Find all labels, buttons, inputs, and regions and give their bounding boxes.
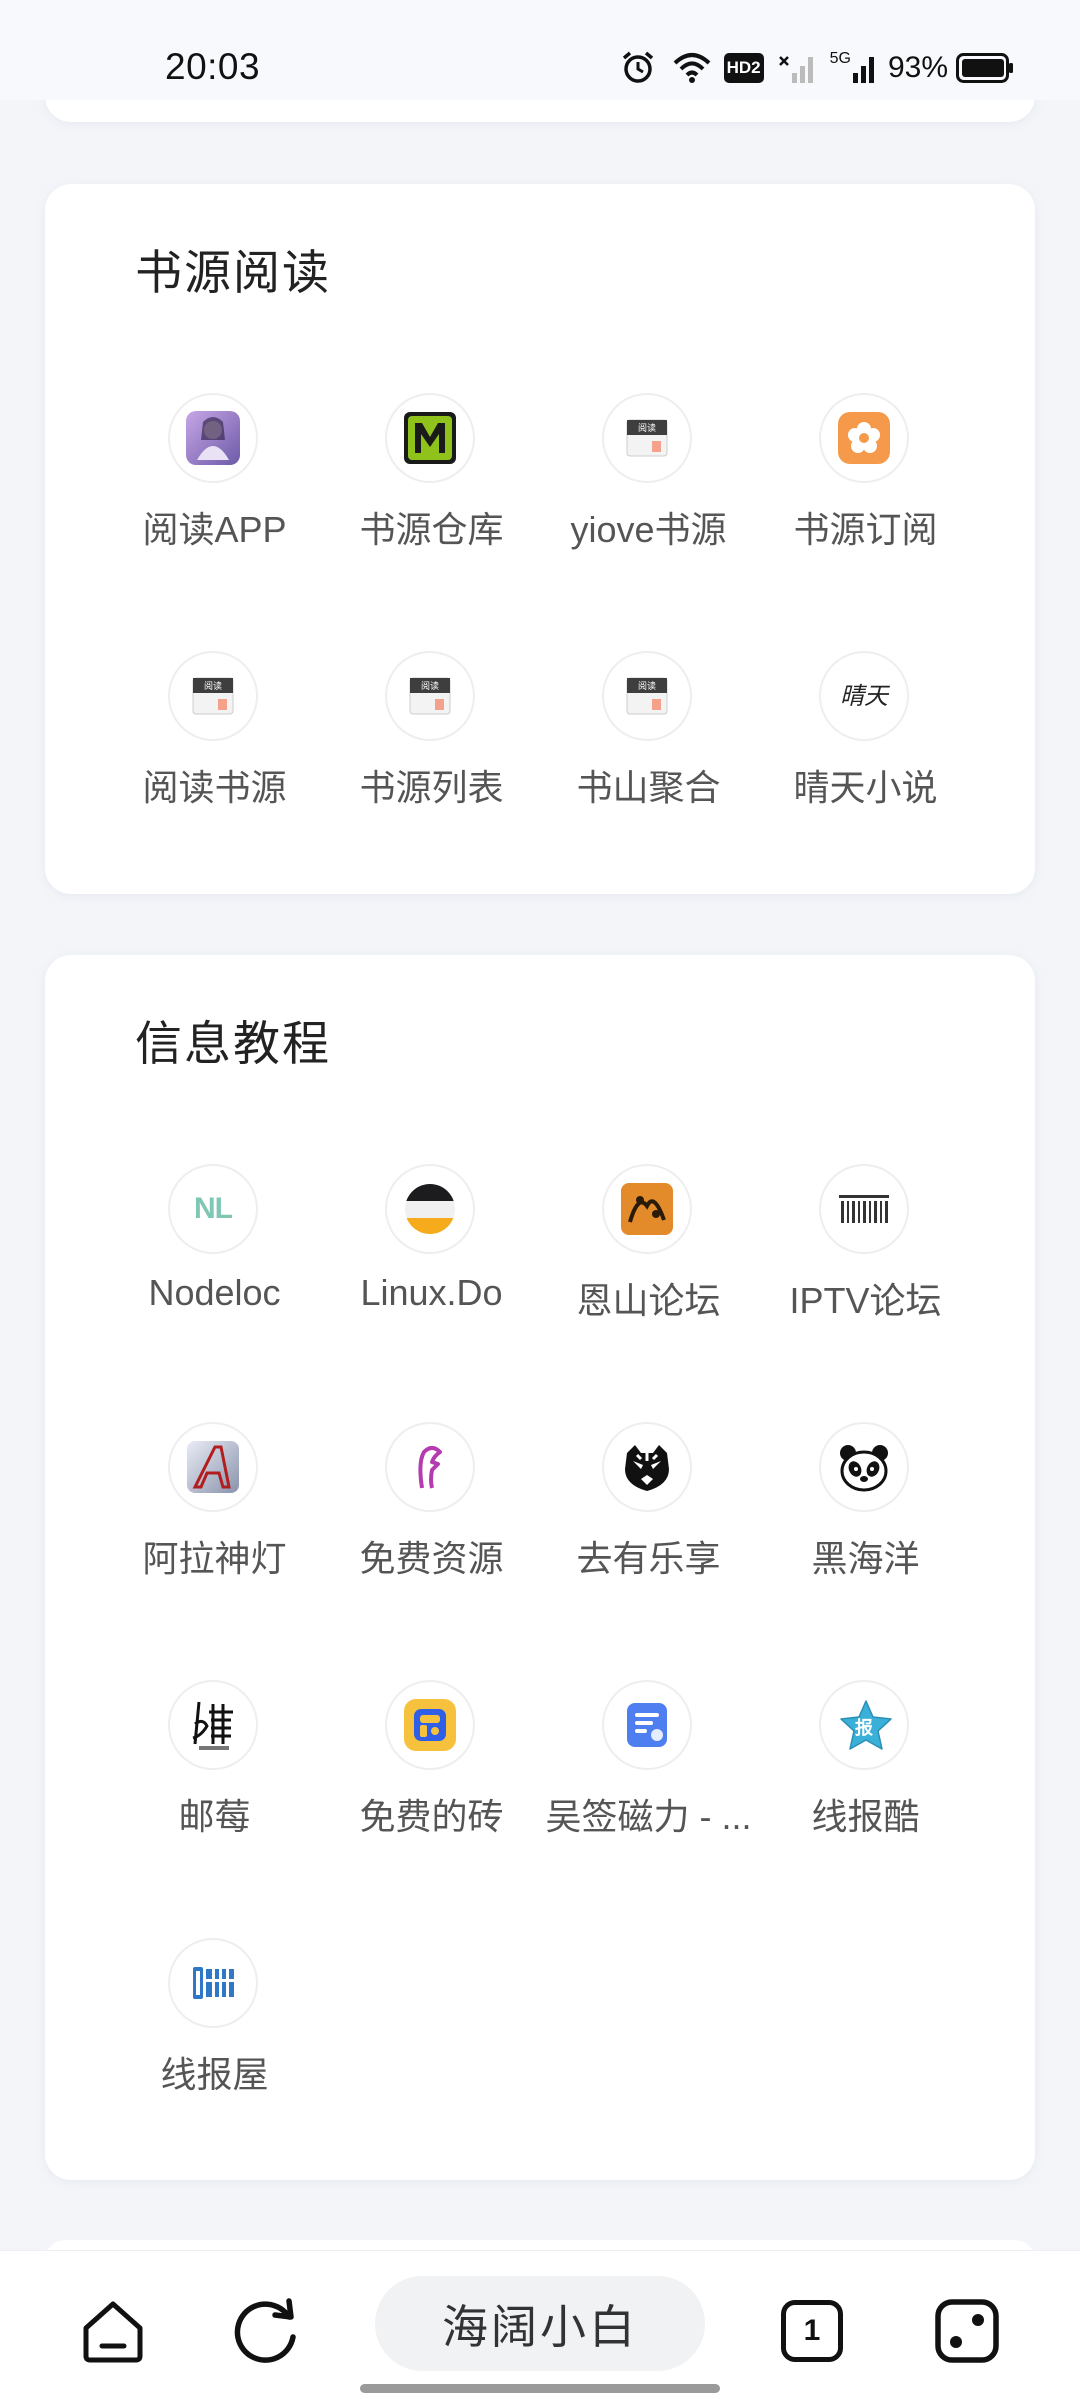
brick-icon <box>385 1680 475 1770</box>
grid-item-xianbaowu[interactable]: 线报屋 <box>106 1938 323 2095</box>
bottom-nav: 海阔小白 1 <box>0 2250 1080 2400</box>
grid-item-reading-app[interactable]: 阅读APP <box>106 393 323 550</box>
item-label: 书山聚合 <box>576 767 721 808</box>
item-label: 去有乐享 <box>576 1538 721 1579</box>
signal-5g-icon <box>852 57 874 83</box>
battery-icon <box>956 53 1013 83</box>
grid-item-youmei[interactable]: 邮莓 <box>106 1680 323 1837</box>
panda-icon <box>819 1422 909 1512</box>
section-card-info: 信息教程 NL Nodeloc Linux.Do 恩山论坛 IPTV论坛 阿拉神… <box>45 955 1035 2180</box>
svg-text:阅读: 阅读 <box>638 422 656 434</box>
grid-item-book-source-repo[interactable]: 书源仓库 <box>323 393 540 550</box>
home-indicator <box>360 2384 720 2393</box>
signal-no-sim-icon <box>778 56 813 83</box>
item-label: 免费的砖 <box>359 1796 504 1837</box>
home-button[interactable] <box>73 2291 153 2371</box>
grid-item-yiove[interactable]: 阅读 yiove书源 <box>540 393 757 550</box>
item-label: 线报屋 <box>160 2054 269 2095</box>
section-card-reading: 书源阅读 阅读APP 书源仓库 阅读 yiove书源 书源订阅 阅读 阅读书源 … <box>45 184 1035 894</box>
item-label: 线报酷 <box>811 1796 920 1837</box>
youmei-icon <box>168 1680 258 1770</box>
svg-text:晴天: 晴天 <box>840 682 891 710</box>
grid-item-qingtian[interactable]: 晴天 晴天小说 <box>757 651 974 808</box>
reading-app-icon <box>168 393 258 483</box>
flower-icon <box>819 393 909 483</box>
nl-logo-icon: NL <box>168 1164 258 1254</box>
tabs-icon: 1 <box>781 2300 843 2362</box>
item-label: 黑海洋 <box>811 1538 920 1579</box>
menu-button[interactable] <box>927 2291 1007 2371</box>
dice-icon <box>935 2299 999 2363</box>
item-label: 书源订阅 <box>793 509 938 550</box>
star-icon-text: 报 <box>855 1718 873 1738</box>
refresh-button[interactable] <box>227 2291 307 2371</box>
status-time: 20:03 <box>165 46 261 87</box>
grid-item-source-list[interactable]: 阅读 书源列表 <box>323 651 540 808</box>
item-label: 恩山论坛 <box>576 1280 721 1321</box>
xianbaowu-icon <box>168 1938 258 2028</box>
a-logo-icon <box>168 1422 258 1512</box>
tabs-button[interactable]: 1 <box>772 2291 852 2371</box>
grid-item-reading-source[interactable]: 阅读 阅读书源 <box>106 651 323 808</box>
grid-item-wuqian[interactable]: 吴签磁力 - ... <box>540 1680 757 1837</box>
svg-text:阅读: 阅读 <box>638 680 656 692</box>
refresh-icon <box>234 2298 296 2363</box>
f-logo-icon <box>385 1422 475 1512</box>
m-logo-icon <box>385 393 475 483</box>
tab-count: 1 <box>803 2314 821 2347</box>
star-icon: 报 <box>819 1680 909 1770</box>
item-label: 书源列表 <box>359 767 504 808</box>
grid-item-shushan[interactable]: 阅读 书山聚合 <box>540 651 757 808</box>
screen: 20:03 HD2 5G 93% 书源阅读 阅读APP 书源仓库 阅读 yiov… <box>0 0 1080 2400</box>
grid-item-subscription[interactable]: 书源订阅 <box>757 393 974 550</box>
qingtian-icon: 晴天 <box>819 651 909 741</box>
svg-text:阅读: 阅读 <box>421 680 439 692</box>
book-icon: 阅读 <box>168 651 258 741</box>
grid-item-enshan[interactable]: 恩山论坛 <box>540 1164 757 1321</box>
section-title: 信息教程 <box>135 1017 331 1070</box>
item-label: 阿拉神灯 <box>142 1538 287 1579</box>
book-icon: 阅读 <box>602 393 692 483</box>
item-label: yiove书源 <box>570 509 727 550</box>
grid-item-heihaiyang[interactable]: 黑海洋 <box>757 1422 974 1579</box>
item-label: IPTV论坛 <box>789 1280 942 1321</box>
iptv-icon <box>819 1164 909 1254</box>
enshan-icon <box>602 1164 692 1254</box>
alarm-icon <box>622 51 653 83</box>
grid-item-alashendeng[interactable]: 阿拉神灯 <box>106 1422 323 1579</box>
grid-item-free-resources[interactable]: 免费资源 <box>323 1422 540 1579</box>
book-icon: 阅读 <box>602 651 692 741</box>
item-label: 阅读书源 <box>142 767 287 808</box>
grid-item-quyoulexiang[interactable]: 去有乐享 <box>540 1422 757 1579</box>
home-icon <box>83 2301 143 2363</box>
book-icon: 阅读 <box>385 651 475 741</box>
item-label: Nodeloc <box>148 1272 281 1313</box>
item-label: 晴天小说 <box>793 767 938 808</box>
battery-percent: 93% <box>887 51 948 84</box>
grid-item-iptv[interactable]: IPTV论坛 <box>757 1164 974 1321</box>
item-label: 阅读APP <box>142 509 287 550</box>
hd-icon: HD2 <box>723 53 764 83</box>
tiger-icon <box>602 1422 692 1512</box>
item-label: 书源仓库 <box>359 509 504 550</box>
grid-item-nodeloc[interactable]: NL Nodeloc <box>106 1164 323 1314</box>
doc-icon <box>602 1680 692 1770</box>
linuxdo-icon <box>385 1164 475 1254</box>
item-label: Linux.Do <box>360 1272 503 1313</box>
status-bar: 20:03 HD2 5G 93% <box>0 0 1080 100</box>
item-label: 吴签磁力 - ... <box>545 1796 752 1837</box>
wifi-icon <box>673 53 710 83</box>
page-title-button[interactable]: 海阔小白 <box>375 2276 705 2371</box>
item-label: 免费资源 <box>359 1538 504 1579</box>
nl-logo-text: NL <box>194 1192 233 1225</box>
grid-item-free-bricks[interactable]: 免费的砖 <box>323 1680 540 1837</box>
item-label: 邮莓 <box>178 1796 251 1837</box>
svg-text:阅读: 阅读 <box>204 680 222 692</box>
status-icons: HD2 5G 93% <box>620 48 1014 88</box>
section-title: 书源阅读 <box>135 246 331 299</box>
network-label: 5G <box>829 50 851 67</box>
grid-item-xianbaoku[interactable]: 报 线报酷 <box>757 1680 974 1837</box>
grid-item-linuxdo[interactable]: Linux.Do <box>323 1164 540 1314</box>
